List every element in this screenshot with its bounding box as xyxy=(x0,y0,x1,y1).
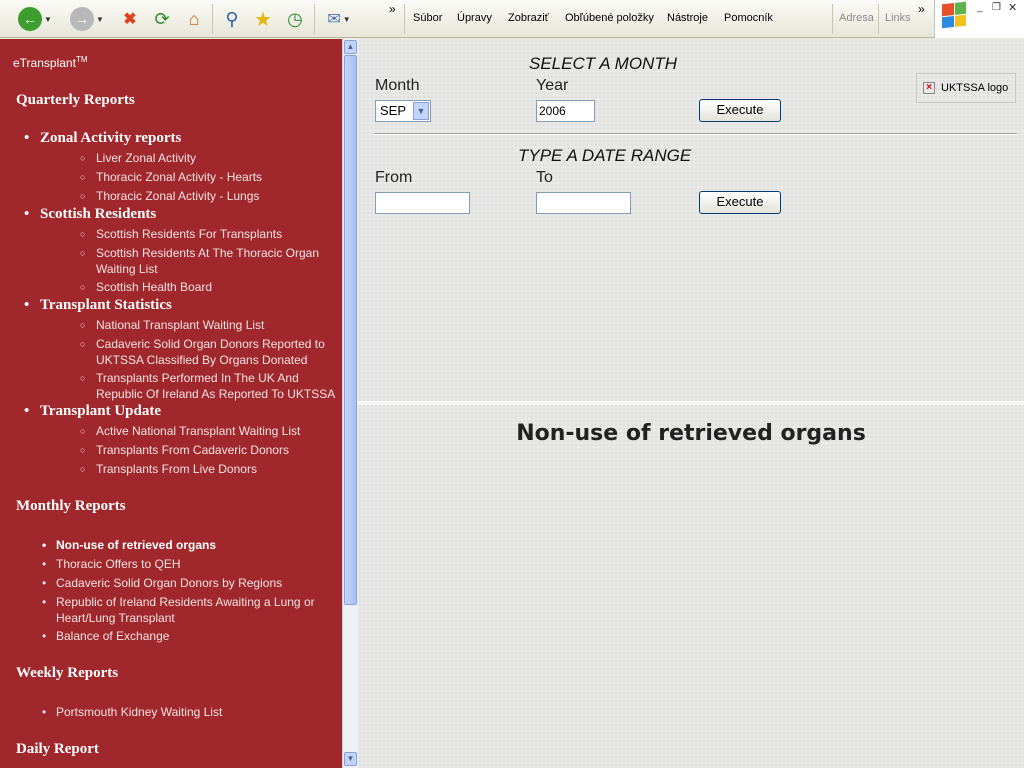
link-thoracic-zonal-lungs[interactable]: Thoracic Zonal Activity - Lungs xyxy=(80,188,341,204)
link-live-donor-transplants[interactable]: Transplants From Live Donors xyxy=(80,461,341,477)
link-national-waiting-list[interactable]: National Transplant Waiting List xyxy=(80,317,341,333)
scrollbar-thumb[interactable] xyxy=(344,55,357,605)
toolbar-chevron-icon[interactable]: » xyxy=(389,2,396,16)
links-chevron-icon[interactable]: » xyxy=(918,2,925,16)
daily-report-heading: Daily Report xyxy=(16,741,99,757)
monthly-reports-heading: Monthly Reports xyxy=(16,498,126,514)
chevron-down-icon[interactable]: ▼ xyxy=(413,102,429,120)
windows-logo-area: _ ❐ ✕ xyxy=(934,0,1024,38)
uktssa-logo: × UKTSSA logo xyxy=(916,73,1016,103)
link-thoracic-offers-qeh[interactable]: Thoracic Offers to QEH xyxy=(42,556,336,572)
weekly-reports-heading: Weekly Reports xyxy=(16,665,119,681)
select-month-title: SELECT A MONTH xyxy=(529,54,677,73)
execute-month-button[interactable]: Execute xyxy=(699,99,781,122)
mail-icon: ✉ xyxy=(327,11,341,28)
menu-help[interactable]: Pomocník xyxy=(724,12,773,24)
page-title: Non-use of retrieved organs xyxy=(516,421,866,446)
stop-button[interactable]: ✖ xyxy=(120,5,140,33)
link-roi-residents-awaiting[interactable]: Republic of Ireland Residents Awaiting a… xyxy=(42,594,336,626)
section-divider xyxy=(374,133,1017,135)
year-label: Year xyxy=(536,77,569,94)
history-button[interactable]: ◷ xyxy=(284,5,306,33)
month-select[interactable]: SEP ▼ xyxy=(375,100,431,122)
mail-button[interactable]: ✉ ▼ xyxy=(322,5,356,33)
brand-text: eTransplant xyxy=(13,56,76,70)
link-cadaveric-donors-organs[interactable]: Cadaveric Solid Organ Donors Reported to… xyxy=(80,336,341,368)
favorites-button[interactable]: ★ xyxy=(252,5,274,33)
link-balance-of-exchange[interactable]: Balance of Exchange xyxy=(42,628,336,644)
broken-image-icon: × xyxy=(923,82,935,94)
link-liver-zonal-activity[interactable]: Liver Zonal Activity xyxy=(80,150,341,166)
refresh-button[interactable]: ⟳ xyxy=(152,5,172,33)
logo-alt-text: UKTSSA logo xyxy=(941,82,1009,94)
from-label: From xyxy=(375,169,413,186)
links-label[interactable]: Links xyxy=(885,12,911,24)
from-date-input[interactable] xyxy=(375,192,470,214)
menu-edit[interactable]: Úpravy xyxy=(457,12,492,24)
group-scottish-residents: Scottish Residents xyxy=(24,206,156,223)
close-icon[interactable]: ✕ xyxy=(1008,1,1017,14)
link-non-use-retrieved-organs[interactable]: Non-use of retrieved organs xyxy=(42,537,336,553)
menu-favorites[interactable]: Obľúbené položky xyxy=(565,12,654,24)
main-content: SELECT A MONTH Month Year SEP ▼ 2006 Exe… xyxy=(358,39,1024,768)
refresh-icon: ⟳ xyxy=(154,8,170,29)
star-icon: ★ xyxy=(254,8,272,31)
navigation-sidebar: eTransplantTM Quarterly Reports Zonal Ac… xyxy=(0,39,342,768)
year-input[interactable]: 2006 xyxy=(536,100,595,122)
link-active-waiting-list[interactable]: Active National Transplant Waiting List xyxy=(80,423,341,439)
browser-toolbar: ← ▼ → ▼ ✖ ⟳ ⌂ ⚲ ★ ◷ ✉ ▼ » Súbor Úpravy Zobr… xyxy=(0,0,1024,38)
to-label: To xyxy=(536,169,553,186)
execute-range-button[interactable]: Execute xyxy=(699,191,781,214)
group-transplant-statistics: Transplant Statistics xyxy=(24,297,172,314)
windows-flag-icon xyxy=(942,1,966,29)
link-scottish-residents-thoracic[interactable]: Scottish Residents At The Thoracic Organ… xyxy=(80,245,341,277)
forward-arrow-icon: → xyxy=(70,7,94,31)
frame-divider xyxy=(358,401,1024,405)
link-transplants-performed[interactable]: Transplants Performed In The UK And Repu… xyxy=(80,370,341,402)
link-donors-by-regions[interactable]: Cadaveric Solid Organ Donors by Regions xyxy=(42,575,336,591)
menu-view[interactable]: Zobraziť xyxy=(508,12,549,24)
brand-trademark: TM xyxy=(75,55,88,64)
minimize-icon[interactable]: _ xyxy=(977,2,983,13)
home-icon: ⌂ xyxy=(188,8,200,29)
stop-icon: ✖ xyxy=(123,11,137,28)
date-range-title: TYPE A DATE RANGE xyxy=(518,146,692,165)
scroll-up-icon[interactable]: ▲ xyxy=(344,40,357,54)
sidebar-scrollbar[interactable]: ▲ ▼ xyxy=(342,39,358,768)
search-button[interactable]: ⚲ xyxy=(221,5,243,33)
link-thoracic-zonal-hearts[interactable]: Thoracic Zonal Activity - Hearts xyxy=(80,169,341,185)
brand-title: eTransplantTM xyxy=(13,55,88,70)
link-cadaveric-transplants[interactable]: Transplants From Cadaveric Donors xyxy=(80,442,341,458)
menu-file[interactable]: Súbor xyxy=(413,12,442,24)
scroll-down-icon[interactable]: ▼ xyxy=(344,752,357,766)
to-date-input[interactable] xyxy=(536,192,631,214)
link-portsmouth-kidney[interactable]: Portsmouth Kidney Waiting List xyxy=(42,704,336,720)
group-zonal-activity: Zonal Activity reports xyxy=(24,130,181,147)
search-icon: ⚲ xyxy=(225,8,239,29)
month-label: Month xyxy=(375,77,420,94)
back-button[interactable]: ← ▼ xyxy=(18,5,52,33)
month-select-value: SEP xyxy=(380,103,407,118)
menu-tools[interactable]: Nástroje xyxy=(667,12,708,24)
back-arrow-icon: ← xyxy=(18,7,42,31)
link-scottish-residents-transplants[interactable]: Scottish Residents For Transplants xyxy=(80,226,341,242)
quarterly-reports-heading: Quarterly Reports xyxy=(16,92,135,108)
restore-icon[interactable]: ❐ xyxy=(992,2,1001,13)
link-scottish-health-board[interactable]: Scottish Health Board xyxy=(80,279,341,295)
home-button[interactable]: ⌂ xyxy=(183,5,205,33)
forward-button[interactable]: → ▼ xyxy=(70,5,104,33)
history-icon: ◷ xyxy=(287,8,303,29)
group-transplant-update: Transplant Update xyxy=(24,403,161,420)
address-label[interactable]: Adresa xyxy=(839,12,874,24)
